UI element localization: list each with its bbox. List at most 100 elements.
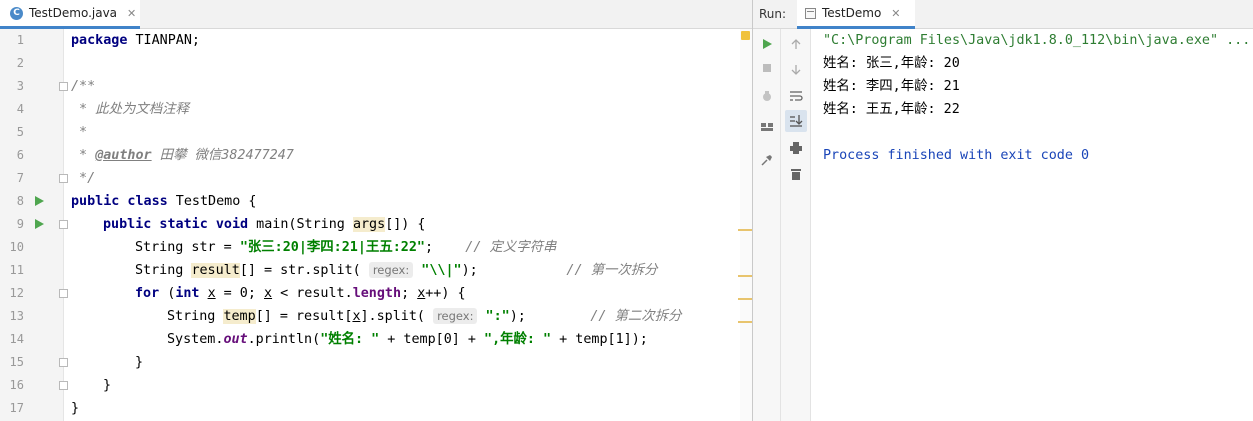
code-line-1: package TIANPAN; xyxy=(71,29,200,52)
scroll-to-end-button[interactable] xyxy=(785,110,807,132)
code-token: x xyxy=(352,309,361,324)
console-icon xyxy=(805,7,816,19)
code-token: x xyxy=(264,286,273,301)
console-exit-line: Process finished with exit code 0 xyxy=(823,148,1090,163)
trash-icon xyxy=(791,169,801,180)
code-token: out xyxy=(223,332,248,347)
code-token: []) { xyxy=(385,217,426,232)
code-token: ; xyxy=(401,286,418,301)
parameter-hint: regex: xyxy=(433,308,478,324)
code-token: int xyxy=(175,286,200,301)
console-output[interactable]: "C:\Program Files\Java\jdk1.8.0_112\bin\… xyxy=(823,29,1253,421)
warning-marker[interactable] xyxy=(738,321,752,323)
code-line-3: /** xyxy=(71,79,96,94)
debug-button[interactable] xyxy=(756,85,778,107)
print-button[interactable] xyxy=(785,137,807,159)
error-stripe[interactable] xyxy=(740,29,752,421)
line-number: 2 xyxy=(16,56,24,70)
code-token: String xyxy=(135,263,192,278)
code-token: * xyxy=(71,148,96,163)
code-token: ); xyxy=(461,263,567,278)
code-token: "姓名: " xyxy=(320,332,380,347)
code-line-14: System.out.println("姓名: " + temp[0] + ",… xyxy=(167,328,648,351)
rerun-button[interactable] xyxy=(756,33,778,55)
code-token: result xyxy=(191,263,240,278)
layout-button[interactable] xyxy=(756,116,778,138)
code-token: ",年龄: " xyxy=(484,332,552,347)
clear-all-button[interactable] xyxy=(785,163,807,185)
code-line-10: String str = "张三:20|李四:21|王五:22"; // 定义字… xyxy=(135,236,556,259)
warning-marker[interactable] xyxy=(738,298,752,300)
line-number: 5 xyxy=(16,125,24,139)
code-token: ; xyxy=(424,240,466,255)
soft-wrap-icon xyxy=(790,91,803,101)
code-comment: // 第一次拆分 xyxy=(566,263,658,278)
soft-wrap-button[interactable] xyxy=(785,85,807,107)
code-token: public static void xyxy=(103,217,249,232)
play-icon xyxy=(763,39,772,49)
code-line-13: String temp[] = result[x].split( regex: … xyxy=(167,305,681,328)
arrow-down-icon xyxy=(791,65,801,75)
close-icon[interactable]: ✕ xyxy=(127,7,136,20)
code-token: 田攀 微信382477247 xyxy=(151,148,294,163)
code-token: + temp[1]); xyxy=(551,332,648,347)
code-line-5: * xyxy=(71,125,88,140)
line-number: 1 xyxy=(16,33,24,47)
javadoc-tag: @author xyxy=(95,148,152,163)
code-token: package xyxy=(71,33,128,48)
code-token: ); xyxy=(509,309,591,324)
run-tab-label: TestDemo xyxy=(822,6,882,20)
arrow-up-icon xyxy=(791,39,801,49)
tab-testdemo-java[interactable]: C TestDemo.java ✕ xyxy=(0,0,140,29)
code-token: [] = result[ xyxy=(255,309,353,324)
code-line-4: * 此处为文档注释 xyxy=(71,102,189,117)
stop-button[interactable] xyxy=(756,57,778,79)
scroll-down-button[interactable] xyxy=(785,59,807,81)
code-comment: // 定义字符串 xyxy=(465,240,557,255)
line-number: 7 xyxy=(16,171,24,185)
code-token: = 0; xyxy=(215,286,264,301)
code-token: "张三:20|李四:21|王五:22" xyxy=(239,240,425,255)
warning-marker[interactable] xyxy=(738,275,752,277)
pin-icon xyxy=(761,155,772,166)
console-output-line: 姓名: 张三,年龄: 20 xyxy=(823,56,960,71)
run-class-icon[interactable] xyxy=(35,196,44,206)
code-line-7: */ xyxy=(71,171,96,186)
code-line-8: public class TestDemo { xyxy=(71,190,256,213)
tab-label: TestDemo.java xyxy=(29,6,118,20)
code-token: TIANPAN; xyxy=(127,33,200,48)
line-number: 6 xyxy=(16,148,24,162)
code-line-11: String result[] = str.split( regex: "\\|… xyxy=(135,259,658,282)
code-token: System. xyxy=(167,332,224,347)
code-token: ++) { xyxy=(425,286,466,301)
warning-marker[interactable] xyxy=(738,229,752,231)
line-number: 16 xyxy=(9,378,24,392)
code-line-15: } xyxy=(135,355,144,370)
code-area[interactable]: package TIANPAN; /** * 此处为文档注释 * * @auth… xyxy=(64,29,740,421)
code-line-6: * @author 田攀 微信382477247 xyxy=(71,144,294,167)
editor-gutter[interactable]: 1 2 3 4 5 6 7 8 9 10 11 12 13 14 15 16 1… xyxy=(0,29,68,421)
parameter-hint: regex: xyxy=(368,262,414,278)
line-number: 13 xyxy=(9,309,24,323)
code-line-12: for (int x = 0; x < result.length; x++) … xyxy=(135,282,466,305)
line-number: 8 xyxy=(16,194,24,208)
code-token: for xyxy=(135,286,160,301)
bug-icon xyxy=(763,91,771,101)
run-toolbar-secondary xyxy=(781,29,811,421)
close-icon[interactable]: ✕ xyxy=(891,7,900,20)
warning-icon[interactable] xyxy=(741,31,750,40)
run-toolbar-primary xyxy=(753,29,781,421)
code-token: ( xyxy=(159,286,176,301)
scroll-up-button[interactable] xyxy=(785,33,807,55)
line-number: 9 xyxy=(16,217,24,231)
code-token: length xyxy=(352,286,402,301)
line-number: 11 xyxy=(9,263,24,277)
run-main-icon[interactable] xyxy=(35,219,44,229)
run-tab-testdemo[interactable]: TestDemo ✕ xyxy=(797,0,915,29)
pin-button[interactable] xyxy=(756,149,778,171)
print-icon xyxy=(790,142,802,154)
code-token: main(String xyxy=(248,217,353,232)
code-editor[interactable]: C TestDemo.java ✕ 1 2 3 4 5 6 7 8 9 10 1… xyxy=(0,0,752,421)
